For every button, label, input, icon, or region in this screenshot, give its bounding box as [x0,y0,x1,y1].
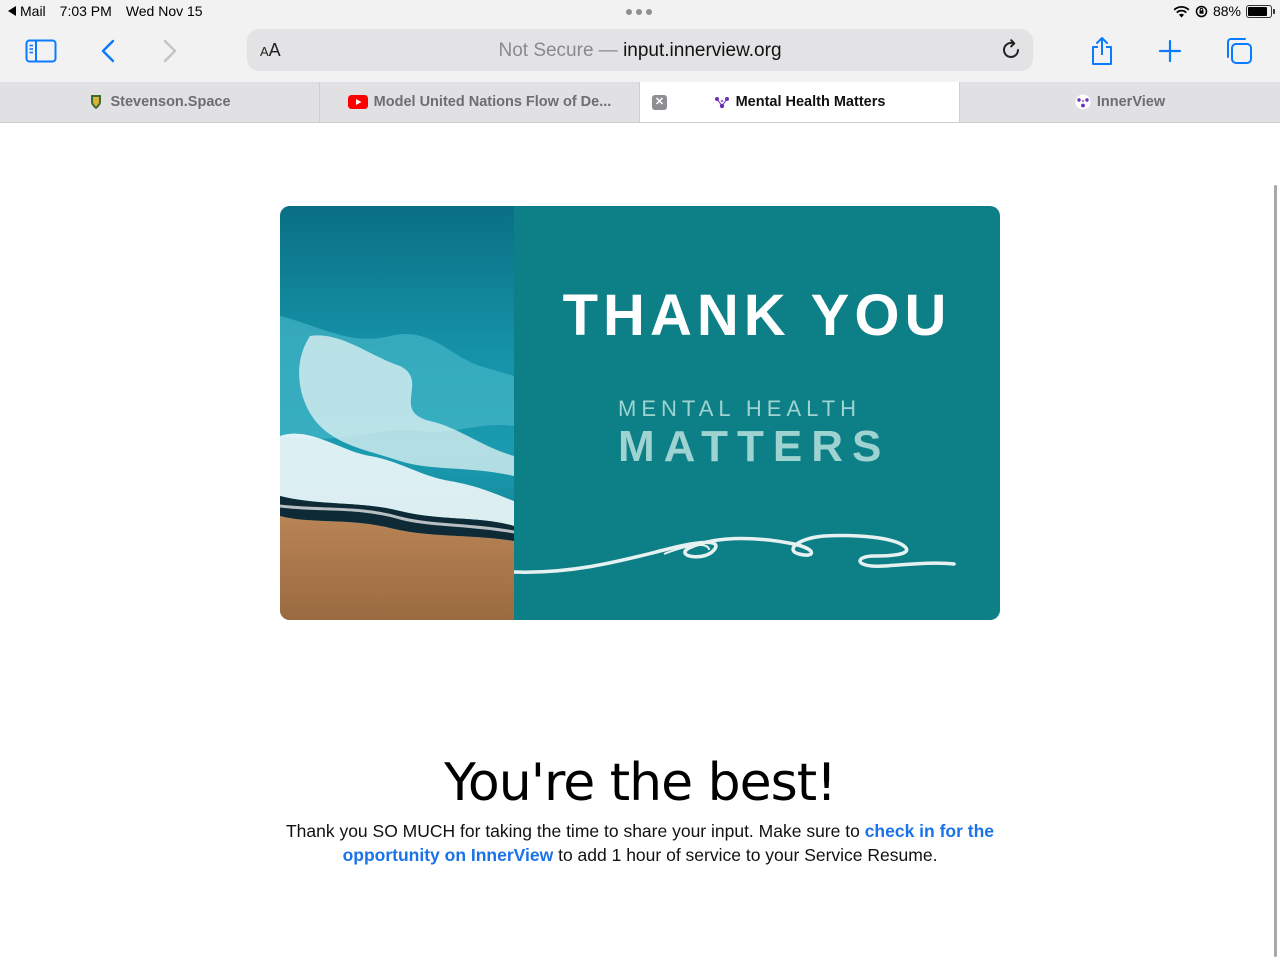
status-bar: Mail 7:03 PM Wed Nov 15 88% [0,0,1280,24]
new-tab-button[interactable] [1151,34,1189,68]
share-icon [1092,37,1112,65]
ocean-beach-photo [280,206,514,620]
tab-label: InnerView [1096,94,1166,110]
battery-percent: 88% [1212,3,1241,19]
wifi-icon [1173,5,1190,17]
reload-icon[interactable] [999,38,1023,62]
matters-subtitle: MATTERS [618,422,891,471]
sidebar-button[interactable] [22,34,60,68]
status-date: Wed Nov 15 [125,3,203,19]
sidebar-icon [25,39,57,63]
tab-mental-health-matters[interactable]: ✕ Mental Health Matters [640,82,960,122]
innerview-icon [1075,94,1091,110]
message-text-start: Thank you SO MUCH for taking the time to… [285,821,865,841]
message-text-end: to add 1 hour of service to your Service… [553,845,938,865]
browser-toolbar: AA Not Secure — input.innerview.org [0,24,1280,82]
innerview-icon [714,97,729,109]
address-bar[interactable]: AA Not Secure — input.innerview.org [247,29,1033,71]
back-to-app-link[interactable]: Mail [8,3,46,19]
thank-you-banner: THANK YOU MENTAL HEALTH MATTERS [280,206,1000,620]
tab-label: Stevenson.Space [110,94,231,110]
status-time: 7:03 PM [59,3,112,19]
share-button[interactable] [1083,34,1121,68]
thank-you-message: Thank you SO MUCH for taking the time to… [260,819,1020,867]
back-button[interactable] [89,34,127,68]
back-triangle-icon [8,6,16,16]
chevron-right-icon [163,39,177,63]
tabs-icon [1227,38,1252,64]
page-scrollbar[interactable] [1274,185,1277,957]
tab-label: Mental Health Matters [735,94,886,110]
battery-fill [1248,6,1268,16]
not-secure-label: Not Secure — [498,40,618,61]
tab-bar: Stevenson.Space Model United Nations Flo… [0,82,1280,123]
plus-icon [1158,39,1182,63]
mental-health-subtitle: MENTAL HEALTH [618,396,862,421]
wave-decoration [514,533,956,574]
tab-innerview[interactable]: InnerView [960,82,1280,122]
url-display[interactable]: Not Secure — input.innerview.org [247,40,1033,62]
thank-you-title: THANK YOU [562,283,952,348]
tab-overview-button[interactable] [1220,34,1258,68]
orientation-lock-icon [1195,5,1208,17]
back-app-label: Mail [20,3,46,19]
youtube-icon [347,95,368,109]
page-heading: You're the best! [444,753,837,813]
multitasking-dots-icon[interactable] [626,9,652,15]
close-tab-icon[interactable]: ✕ [652,95,667,110]
stevenson-shield-icon [91,95,102,109]
url-host: input.innerview.org [623,40,782,61]
chevron-left-icon [101,39,115,63]
forward-button[interactable] [151,34,189,68]
tab-model-united-nations[interactable]: Model United Nations Flow of De... [320,82,640,122]
tab-label: Model United Nations Flow of De... [373,94,612,110]
battery-icon [1246,4,1275,18]
tab-stevenson-space[interactable]: Stevenson.Space [0,82,320,122]
web-page: THANK YOU MENTAL HEALTH MATTERS You're t… [0,123,1280,960]
